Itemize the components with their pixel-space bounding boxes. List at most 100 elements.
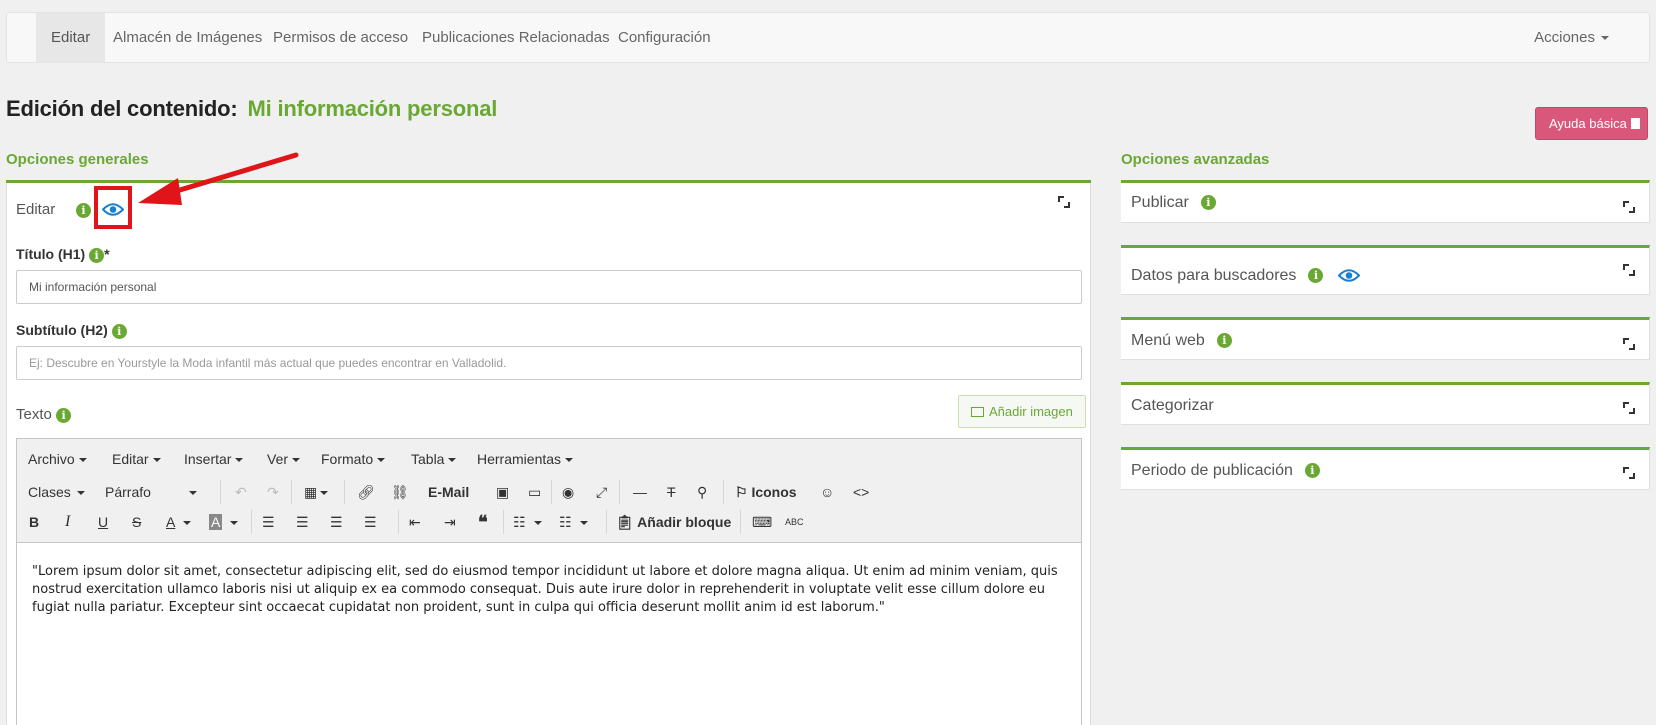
caret-down-icon [448,458,457,463]
info-icon[interactable]: i [89,247,105,263]
tab-editar[interactable]: Editar [36,13,106,62]
help-button[interactable]: Ayuda básica [1535,107,1648,140]
flag-icon: ⚐ [735,484,752,500]
image-icon[interactable]: ▣ [496,481,509,503]
align-left-icon[interactable]: ☰ [262,511,275,533]
eye-icon[interactable] [1337,268,1360,283]
panel-publicar-label: Publicar [1131,194,1189,211]
menu-insertar[interactable]: Insertar [184,451,244,467]
email-button[interactable]: E-Mail [428,481,469,503]
indent-icon[interactable]: ⇥ [444,511,456,533]
collapse-icon[interactable] [1058,196,1070,208]
subtitle-input[interactable]: Ej: Descubre en Yourstyle la Moda infant… [16,346,1082,380]
outdent-icon[interactable]: ⇤ [409,511,421,533]
expand-icon[interactable] [1623,467,1635,479]
spellcheck-icon[interactable]: ABC [785,511,804,533]
align-center-icon[interactable]: ☰ [296,511,309,533]
menu-formato[interactable]: Formato [321,451,386,467]
add-block-label: Añadir bloque [637,514,732,530]
tab-configuracion[interactable]: Configuración [603,13,726,62]
tab-almacen-imagenes[interactable]: Almacén de Imágenes [98,13,277,62]
panel-categorizar[interactable]: Categorizar [1121,382,1650,425]
acciones-dropdown[interactable]: Acciones [1534,13,1609,62]
panel-datos-buscadores-title: Datos para buscadores i [1131,267,1360,285]
find-icon[interactable]: ⚲ [697,481,707,503]
add-image-button[interactable]: Añadir imagen [958,395,1086,428]
text-color-icon[interactable]: A [166,511,192,533]
menu-tabla[interactable]: Tabla [411,451,457,467]
title-h1-label: Título (H1) i * [16,246,110,263]
link-icon[interactable]: 🔗︎ [357,481,375,503]
title-h1-text: Título (H1) [16,246,86,262]
icons-button[interactable]: ⚐ Iconos [735,481,797,503]
redo-icon[interactable]: ↷ [267,481,279,503]
title-input[interactable]: Mi información personal [16,270,1082,304]
panel-periodo-publicacion-label: Periodo de publicación [1131,462,1293,479]
panel-menu-web[interactable]: Menú web i [1121,317,1650,360]
expand-icon[interactable] [1623,264,1635,276]
media-icon[interactable]: ▭ [528,481,541,503]
top-nav: Editar Almacén de Imágenes Permisos de a… [6,12,1650,63]
page-title-prefix: Edición del contenido: [6,96,238,121]
code-icon[interactable]: <> [853,481,869,503]
panel-publicar[interactable]: Publicar i [1121,180,1650,223]
caret-down-icon [1601,36,1609,41]
blockquote-icon[interactable]: ❝ [478,511,488,533]
info-icon[interactable]: i [56,407,72,423]
expand-icon[interactable] [1623,338,1635,350]
info-icon[interactable]: i [76,203,91,218]
info-icon[interactable]: i [1200,195,1216,211]
table-icon[interactable]: ▦ [304,481,329,503]
italic-icon[interactable]: I [65,511,70,533]
emoticon-icon[interactable]: ☺ [820,481,834,503]
underline-icon[interactable]: U [98,511,108,533]
caret-down-icon [183,521,192,526]
annotation-highlight-box [94,186,132,229]
classes-label: Clases [28,484,71,500]
classes-dropdown[interactable]: Clases [28,481,85,503]
preview-icon[interactable]: ◉ [562,481,574,503]
add-block-button[interactable]: 📋︎ Añadir bloque [616,511,731,533]
help-button-label: Ayuda básica [1549,116,1627,131]
numbered-list-icon[interactable]: ☷ [559,511,588,533]
unlink-icon[interactable]: ⛓ [391,481,409,503]
toolbar-separator [606,510,607,534]
toolbar-separator [291,480,292,504]
menu-archivo-label: Archivo [28,451,75,467]
clipboard-icon: 📋︎ [616,514,638,530]
menu-editar[interactable]: Editar [112,451,161,467]
fullscreen-icon[interactable]: ⤢ [596,481,607,503]
panel-datos-buscadores[interactable]: Datos para buscadores i [1121,245,1650,295]
expand-icon[interactable] [1623,402,1635,414]
icons-label: Iconos [751,484,797,500]
expand-icon[interactable] [1623,201,1635,213]
panel-categorizar-title: Categorizar [1131,397,1214,415]
panel-periodo-publicacion[interactable]: Periodo de publicación i [1121,447,1650,490]
info-icon[interactable]: i [1216,333,1232,349]
menu-ver[interactable]: Ver [267,451,301,467]
tab-publicaciones-relacionadas[interactable]: Publicaciones Relacionadas [407,13,625,62]
horizontal-rule-icon[interactable]: — [633,481,647,503]
keyboard-icon[interactable]: ⌨ [752,511,772,533]
caret-down-icon [292,458,301,463]
bold-icon[interactable]: B [29,511,39,533]
subtitle-h2-label: Subtítulo (H2) i [16,322,127,339]
undo-icon[interactable]: ↶ [235,481,247,503]
editor-content[interactable]: "Lorem ipsum dolor sit amet, consectetur… [32,563,1072,617]
info-icon[interactable]: i [111,323,127,339]
background-color-icon[interactable]: A [209,511,239,533]
bullet-list-icon[interactable]: ☷ [513,511,542,533]
align-right-icon[interactable]: ☰ [330,511,343,533]
info-icon[interactable]: i [1308,268,1324,284]
clear-format-icon[interactable]: T [667,481,676,503]
page-title: Edición del contenido: Mi información per… [6,96,497,122]
caret-down-icon [152,458,161,463]
align-justify-icon[interactable]: ☰ [364,511,377,533]
menu-herramientas[interactable]: Herramientas [477,451,574,467]
strikethrough-icon[interactable]: S [132,511,141,533]
info-icon[interactable]: i [1304,463,1320,479]
toolbar-separator [551,480,552,504]
tab-permisos-acceso[interactable]: Permisos de acceso [258,13,423,62]
paragraph-dropdown[interactable]: Párrafo [105,481,207,503]
menu-archivo[interactable]: Archivo [28,451,87,467]
